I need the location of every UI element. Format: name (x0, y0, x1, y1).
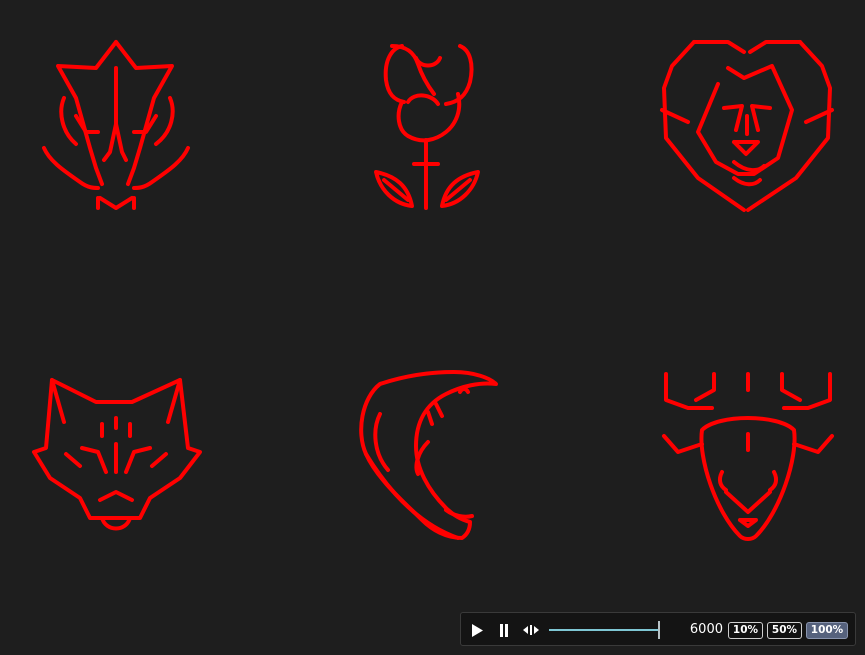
pause-icon (500, 623, 508, 637)
rose-icon (372, 40, 482, 212)
scrub-button[interactable] (518, 613, 544, 647)
fish-icon (358, 370, 502, 544)
pause-button[interactable] (491, 613, 517, 647)
time-readout: 6000 (689, 622, 723, 637)
play-icon (472, 623, 483, 637)
speed-button-50[interactable]: 50% (767, 622, 802, 639)
lion-icon (658, 38, 836, 214)
scrub-icon (523, 625, 539, 635)
play-button[interactable] (464, 613, 490, 647)
timeline-handle[interactable] (658, 621, 660, 639)
animation-player-controls: 6000 10% 50% 100% (460, 612, 856, 646)
timeline-slider[interactable] (549, 621, 660, 639)
speed-button-10[interactable]: 10% (728, 622, 763, 639)
wolf-icon (30, 376, 202, 538)
timeline-progress (549, 629, 660, 631)
dragon-icon (40, 40, 192, 212)
deer-icon (660, 372, 836, 544)
speed-button-100[interactable]: 100% (806, 622, 848, 639)
